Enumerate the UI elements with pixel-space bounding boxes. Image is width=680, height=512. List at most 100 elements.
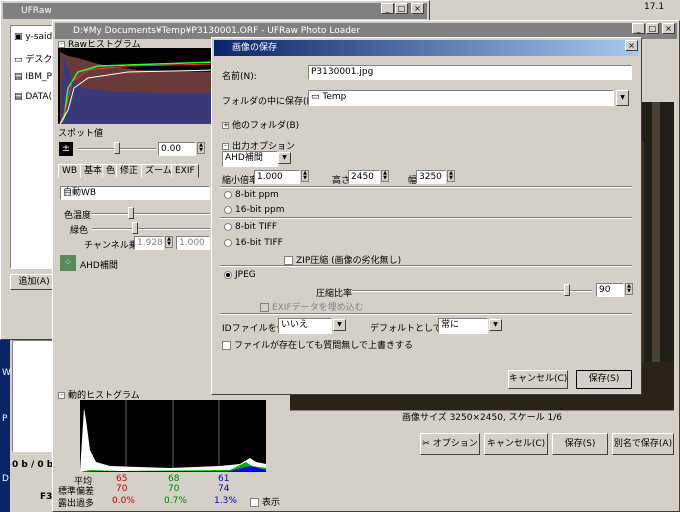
live-histogram: [80, 400, 266, 472]
default-save-select[interactable]: 常に: [438, 318, 488, 334]
width-input[interactable]: 3250: [416, 170, 446, 184]
color-temp-thumb[interactable]: [128, 207, 134, 219]
folder-icon: ▭: [14, 55, 23, 65]
exposure-input[interactable]: 0.00: [158, 142, 196, 156]
top-right-number: 17.1: [644, 2, 665, 12]
drive-icon: ▤: [14, 92, 23, 102]
dialog-cancel-button[interactable]: キャンセル(C): [508, 370, 568, 389]
channel-mult-red[interactable]: 1.928: [134, 236, 164, 250]
compression-slider[interactable]: [352, 290, 592, 292]
radio-icon[interactable]: [224, 270, 232, 279]
other-folder-expander[interactable]: + 他のフォルダ(B): [222, 118, 299, 131]
tree-item[interactable]: ▣ y-said: [14, 32, 52, 42]
default-save-dropdown-button[interactable]: ▼: [489, 319, 502, 331]
exposure-spinner[interactable]: ▲ ▼: [197, 142, 205, 154]
folder-icon: ▭: [311, 92, 320, 102]
tree-item[interactable]: ▤ DATA(: [14, 92, 52, 102]
tab-bar: WB 基本 色 修正 ズーム EXIF: [58, 164, 216, 180]
green-slider[interactable]: [92, 228, 210, 230]
shrink-input[interactable]: 1.000: [254, 170, 300, 184]
stats-blue-value: 74: [218, 484, 230, 494]
loader-save-button[interactable]: 保存(S): [552, 433, 608, 455]
folder-select[interactable]: ▭ Temp: [308, 90, 614, 106]
tab-exif[interactable]: EXIF: [171, 164, 199, 178]
separator: [220, 265, 632, 267]
tab-correct[interactable]: 修正: [116, 164, 143, 178]
stats-blue-value: 1.3%: [214, 496, 237, 506]
radio-icon[interactable]: [224, 190, 232, 199]
compression-input[interactable]: 90: [596, 283, 624, 297]
format-jpeg[interactable]: JPEG: [224, 270, 256, 280]
tab-wb[interactable]: WB: [58, 164, 82, 178]
loader-save-as-button[interactable]: 別名で保存(A): [612, 433, 674, 455]
ufraw-main-title: UFRaw: [21, 6, 52, 16]
green-label: 緑色: [70, 226, 89, 236]
green-thumb[interactable]: [132, 222, 138, 234]
tree-item[interactable]: ▤ IBM_PI: [14, 72, 55, 82]
exposure-icon[interactable]: ±: [59, 142, 73, 156]
format-8bit-tiff[interactable]: 8-bit TIFF: [224, 222, 277, 232]
auto-wb-select[interactable]: 自動WB: [60, 186, 210, 200]
width-spinner[interactable]: ▲ ▼: [447, 170, 455, 182]
save-dialog-title: 画像の保存: [232, 43, 278, 53]
folder-tree[interactable]: ▣ y-said ▭ デスクト ▤ IBM_PI ▤ DATA(: [10, 25, 61, 269]
save-dialog: 画像の保存 × 名前(N): P3130001.jpg フォルダの中に保存(F)…: [211, 37, 642, 395]
folder-dropdown-button[interactable]: ▼: [616, 90, 629, 106]
loader-cancel-button[interactable]: キャンセル(C): [484, 433, 548, 455]
stats-green-value: 68: [168, 474, 180, 484]
format-16bit-ppm[interactable]: 16-bit ppm: [224, 205, 285, 215]
preview-list[interactable]: [12, 340, 54, 452]
checkbox-box[interactable]: [250, 498, 259, 507]
compression-label: 圧縮比率: [316, 289, 353, 299]
channel-mult-green[interactable]: 1.000: [176, 236, 210, 250]
separator: [220, 217, 632, 219]
ufraw-main-titlebar: UFRaw: [3, 3, 427, 19]
compression-slider-thumb[interactable]: [564, 284, 570, 296]
minimize-button[interactable]: _: [381, 3, 394, 14]
checkbox-box[interactable]: [284, 256, 293, 265]
dialog-close-button[interactable]: ×: [625, 40, 638, 51]
interp-label: AHD補間: [80, 261, 118, 271]
expand-icon: +: [222, 121, 229, 129]
radio-icon[interactable]: [224, 205, 232, 214]
overwrite-checkbox[interactable]: ファイルが存在しても質問無しで上書きする: [222, 338, 413, 351]
checkbox-box[interactable]: [260, 303, 269, 312]
left-dark-strip: [0, 340, 10, 512]
channel-mult-red-spinner[interactable]: ▲ ▼: [165, 236, 173, 248]
stats-red-value: 70: [116, 484, 128, 494]
shrink-label: 縮小倍率: [222, 176, 259, 186]
add-button[interactable]: 追加(A): [10, 274, 58, 290]
format-16bit-tiff[interactable]: 16-bit TIFF: [224, 238, 283, 248]
close-button[interactable]: ×: [662, 23, 675, 34]
radio-icon[interactable]: [224, 222, 232, 231]
byte-counter: 0 b / 0 b: [12, 460, 54, 470]
format-8bit-ppm[interactable]: 8-bit ppm: [224, 190, 279, 200]
close-button[interactable]: ×: [411, 3, 424, 14]
id-file-dropdown-button[interactable]: ▼: [333, 319, 346, 331]
checkbox-box[interactable]: [222, 341, 231, 350]
shrink-spinner[interactable]: ▲ ▼: [301, 170, 309, 182]
height-input[interactable]: 2450: [348, 170, 380, 184]
maximize-button[interactable]: □: [646, 23, 659, 34]
folder-label: フォルダの中に保存(F):: [222, 97, 319, 107]
color-temp-slider[interactable]: [92, 213, 210, 215]
minimize-button[interactable]: _: [632, 23, 645, 34]
collapse-icon: -: [58, 41, 65, 48]
options-button[interactable]: ✂ オプション: [420, 433, 480, 455]
exposure-slider-thumb[interactable]: [114, 142, 120, 154]
interpolation-dropdown-button[interactable]: ▼: [278, 152, 291, 164]
maximize-button[interactable]: □: [395, 3, 408, 14]
compression-spinner[interactable]: ▲ ▼: [625, 283, 633, 295]
exif-checkbox[interactable]: EXIFデータを埋め込む: [260, 300, 364, 313]
id-file-select[interactable]: いいえ: [278, 318, 332, 334]
drive-icon: ▤: [14, 72, 23, 82]
filename-input[interactable]: P3130001.jpg: [308, 65, 632, 80]
interpolation-select[interactable]: AHD補間: [222, 151, 278, 167]
stats-red-value: 0.0%: [112, 496, 135, 506]
height-spinner[interactable]: ▲ ▼: [381, 170, 389, 182]
dialog-save-button[interactable]: 保存(S): [576, 370, 632, 389]
separator: [220, 313, 632, 315]
show-checkbox[interactable]: 表示: [250, 495, 280, 508]
spot-value-label: スポット値: [58, 129, 104, 139]
radio-icon[interactable]: [224, 238, 232, 247]
